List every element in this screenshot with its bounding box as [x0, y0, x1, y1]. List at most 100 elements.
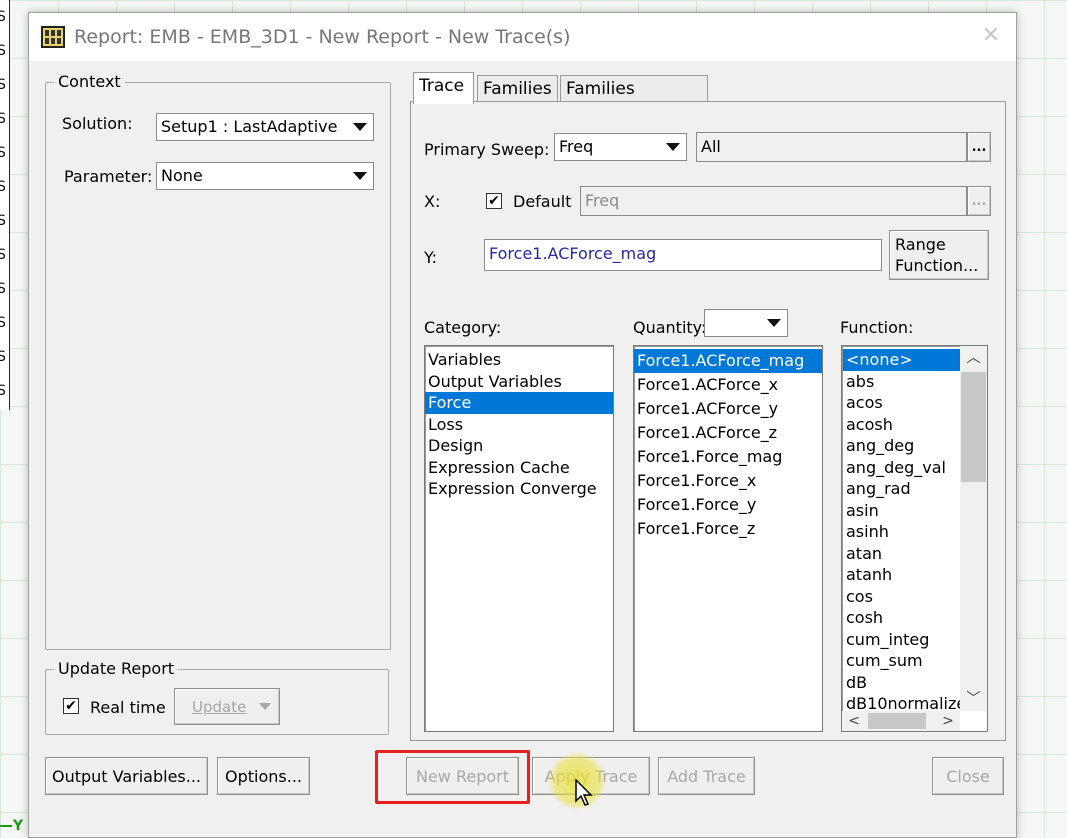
close-button[interactable]: Close	[932, 757, 1004, 795]
quantity-item[interactable]: Force1.Force_z	[634, 517, 822, 541]
solution-value: Setup1 : LastAdaptive	[161, 117, 338, 136]
chevron-down-icon[interactable]	[347, 114, 373, 140]
quantity-item[interactable]: Force1.Force_mag	[634, 445, 822, 469]
category-item[interactable]: Variables	[425, 349, 613, 371]
parameter-label: Parameter:	[64, 167, 153, 186]
function-item[interactable]: atanh	[843, 564, 960, 586]
category-item[interactable]: Expression Converge	[425, 478, 613, 500]
background-value: S	[0, 238, 9, 272]
function-horizontal-scrollbar[interactable]: < >	[842, 711, 960, 731]
function-list[interactable]: <none> abs acos acosh ang_deg ang_deg_val ang_…	[841, 345, 988, 732]
primary-sweep-label: Primary Sweep:	[424, 140, 550, 159]
apply-trace-button[interactable]: Apply Trace	[532, 757, 650, 795]
chevron-down-icon[interactable]	[347, 163, 373, 189]
function-item[interactable]: atan	[843, 543, 960, 565]
function-item[interactable]: acosh	[843, 414, 960, 436]
new-report-button[interactable]: New Report	[406, 757, 519, 795]
quantity-filter-select[interactable]	[704, 309, 788, 337]
quantity-list[interactable]: Force1.ACForce_mag Force1.ACForce_x Force1…	[633, 345, 823, 732]
function-item[interactable]: <none>	[843, 349, 960, 371]
function-label: Function:	[840, 318, 914, 337]
ellipsis-label: ...	[971, 193, 987, 209]
quantity-item[interactable]: Force1.ACForce_x	[634, 373, 822, 397]
default-checkbox[interactable]: ✔	[486, 193, 502, 209]
x-expression-field[interactable]: Freq	[580, 186, 967, 216]
category-list[interactable]: Variables Output Variables Force Loss Design…	[424, 345, 614, 732]
primary-sweep-value: Freq	[559, 137, 594, 156]
sweep-range-value: All	[701, 137, 721, 156]
y-expression-field[interactable]: Force1.ACForce_mag	[484, 239, 882, 271]
parameter-select[interactable]: None	[156, 162, 374, 190]
function-item[interactable]: ang_deg	[843, 435, 960, 457]
quantity-item[interactable]: Force1.ACForce_z	[634, 421, 822, 445]
close-icon[interactable]: ✕	[982, 23, 1000, 48]
function-item[interactable]: cum_sum	[843, 650, 960, 672]
add-trace-label: Add Trace	[667, 766, 746, 786]
category-item[interactable]: Force	[425, 392, 613, 414]
scroll-up-icon[interactable]: ︿	[960, 346, 987, 370]
function-item[interactable]: ang_rad	[843, 478, 960, 500]
function-item[interactable]: asin	[843, 500, 960, 522]
context-group-label: Context	[54, 72, 125, 91]
chevron-down-icon[interactable]	[660, 134, 686, 160]
function-item[interactable]: abs	[843, 371, 960, 393]
background-value: S	[0, 34, 9, 68]
background-value: S	[0, 68, 9, 102]
tab-families[interactable]: Families	[477, 75, 558, 103]
chevron-down-icon[interactable]	[761, 310, 787, 336]
dropdown-arrow-icon[interactable]	[259, 703, 271, 710]
scroll-thumb[interactable]	[961, 372, 986, 482]
title-bar[interactable]: Report: EMB - EMB_3D1 - New Report - New…	[29, 13, 1016, 61]
category-item[interactable]: Loss	[425, 414, 613, 436]
range-function-button[interactable]: Range Function...	[889, 230, 989, 280]
update-button[interactable]: Update	[174, 688, 280, 725]
options-button[interactable]: Options...	[217, 757, 310, 795]
output-variables-button[interactable]: Output Variables...	[45, 757, 208, 795]
scroll-right-icon[interactable]: >	[936, 711, 960, 731]
scroll-down-icon[interactable]: ﹀	[960, 687, 987, 711]
function-item[interactable]: cosh	[843, 607, 960, 629]
background-value: S	[0, 136, 9, 170]
sweep-range-field[interactable]: All	[696, 132, 967, 162]
function-item[interactable]: cum_integ	[843, 629, 960, 651]
report-table-icon	[41, 26, 65, 48]
quantity-item[interactable]: Force1.Force_x	[634, 469, 822, 493]
background-value: S	[0, 374, 9, 408]
output-variables-label: Output Variables...	[51, 766, 202, 786]
sweep-range-ellipsis-button[interactable]: ...	[967, 132, 991, 162]
options-label: Options...	[225, 766, 302, 786]
background-value: S	[0, 0, 9, 34]
category-item[interactable]: Output Variables	[425, 371, 613, 393]
function-item[interactable]: dB	[843, 672, 960, 694]
quantity-item[interactable]: Force1.ACForce_y	[634, 397, 822, 421]
function-item[interactable]: ang_deg_val	[843, 457, 960, 479]
tab-families-display[interactable]: Families Display	[560, 75, 708, 125]
category-item[interactable]: Design	[425, 435, 613, 457]
background-value: S	[0, 340, 9, 374]
y-axis-label: Y	[13, 818, 24, 834]
scroll-thumb[interactable]	[868, 713, 926, 729]
function-item[interactable]: asinh	[843, 521, 960, 543]
axis-arrow-icon	[0, 825, 12, 827]
add-trace-button[interactable]: Add Trace	[658, 757, 755, 795]
primary-sweep-select[interactable]: Freq	[554, 133, 687, 161]
x-label: X:	[424, 192, 441, 211]
realtime-checkbox[interactable]: ✔	[63, 698, 79, 714]
y-axis-indicator: Y	[0, 818, 23, 834]
function-vertical-scrollbar[interactable]: ︿ ﹀	[960, 346, 987, 711]
tab-trace[interactable]: Trace	[413, 72, 474, 104]
close-label: Close	[946, 766, 990, 786]
quantity-label: Quantity:	[633, 318, 707, 337]
dialog-title: Report: EMB - EMB_3D1 - New Report - New…	[74, 26, 571, 48]
quantity-item[interactable]: Force1.Force_y	[634, 493, 822, 517]
scroll-left-icon[interactable]: <	[842, 711, 866, 731]
parameter-value: None	[161, 166, 203, 185]
solution-select[interactable]: Setup1 : LastAdaptive	[156, 113, 374, 141]
function-item[interactable]: cos	[843, 586, 960, 608]
quantity-item[interactable]: Force1.ACForce_mag	[634, 349, 822, 373]
report-dialog: Report: EMB - EMB_3D1 - New Report - New…	[28, 12, 1017, 838]
category-item[interactable]: Expression Cache	[425, 457, 613, 479]
x-ellipsis-button[interactable]: ...	[967, 186, 991, 216]
solution-label: Solution:	[62, 114, 133, 133]
function-item[interactable]: acos	[843, 392, 960, 414]
